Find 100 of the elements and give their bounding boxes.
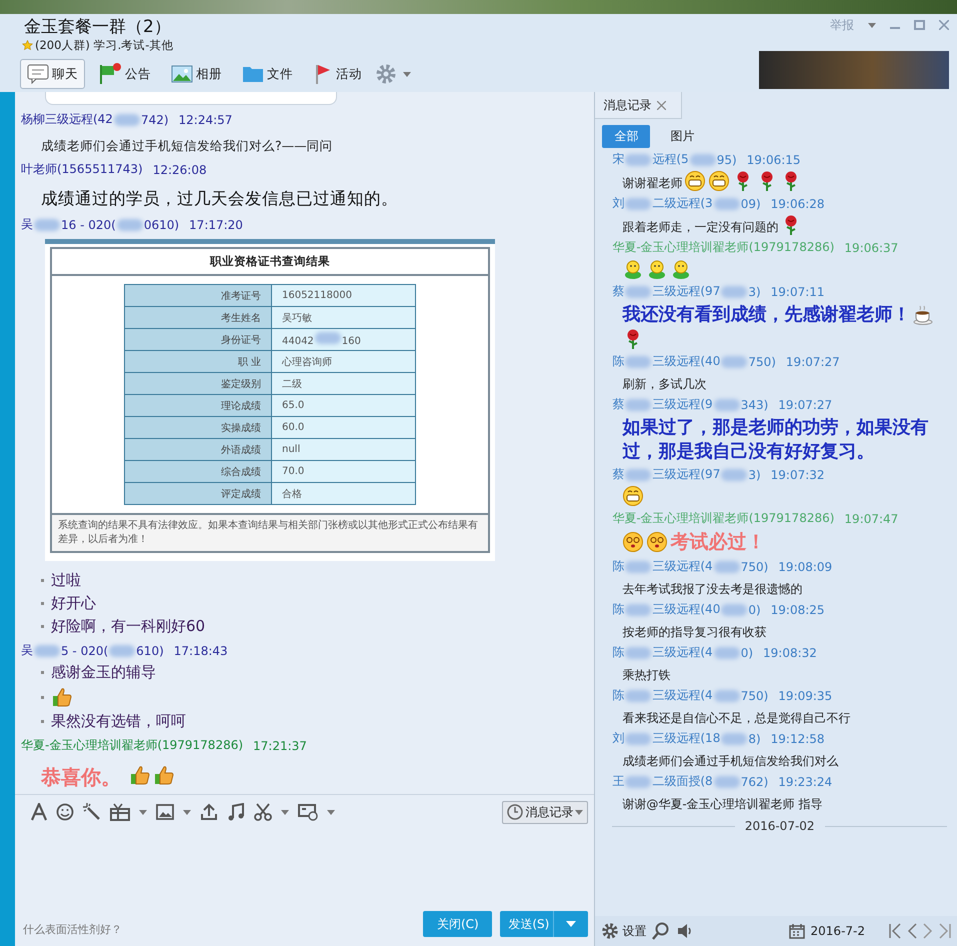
blurred-text [721, 356, 748, 368]
sender-name: 343) [740, 398, 768, 412]
upload-icon[interactable] [200, 803, 218, 821]
search-icon[interactable] [652, 922, 670, 940]
sender-name: 762) [740, 774, 768, 788]
caret-icon[interactable] [182, 810, 191, 814]
filter-tab[interactable]: 图片 [658, 125, 706, 148]
blurred-text [34, 644, 60, 656]
sender-name: 0) [748, 602, 761, 616]
toolbar-tab[interactable]: 相册 [164, 59, 229, 89]
blurred-text [714, 646, 740, 658]
blurred-text [109, 644, 136, 656]
date-text: 2016-7-2 [810, 924, 865, 938]
message-time: 19:06:28 [770, 196, 825, 210]
sender-name: 华夏-金玉心理培训翟老师(1979178286) [20, 737, 244, 754]
magic-wand-icon[interactable] [82, 803, 101, 821]
certificate-notice: 系统查询的结果不具有法律效应。如果本查询结果与相关部门张榜或以其他形式正式公布结果有差异，以后者为准！ [52, 513, 488, 551]
image-icon[interactable] [156, 804, 174, 820]
close-icon[interactable] [657, 100, 666, 110]
caret-icon[interactable] [566, 921, 576, 927]
sender-name: 吴 [20, 642, 33, 659]
sender-name: 三级远程(97 [652, 466, 720, 483]
message-text: 乘热打铁 [622, 667, 670, 684]
blurred-text [721, 286, 748, 298]
toolbar-tab[interactable]: 公告 [91, 59, 158, 89]
font-icon[interactable] [30, 803, 47, 821]
message-text: 感谢金玉的辅导 [50, 663, 156, 682]
table-cell: 评定成绩 [124, 482, 272, 504]
caret-icon[interactable] [403, 72, 411, 76]
sender-name: 陈 [612, 558, 624, 575]
sender-name: 742) [140, 112, 169, 126]
sender-name: 5 - 020( [60, 644, 108, 658]
maximize-icon[interactable] [914, 20, 925, 30]
calendar-icon[interactable] [788, 923, 805, 939]
last-page-icon[interactable] [939, 923, 951, 939]
clock-icon [507, 804, 524, 820]
sender-name: 750) [740, 560, 768, 574]
smiley-icon[interactable] [56, 803, 74, 821]
table-cell: 65.0 [282, 400, 304, 411]
table-cell: 身份证号 [124, 328, 272, 350]
sender-name: 陈 [612, 644, 624, 661]
ad-banner[interactable] [759, 51, 949, 89]
filter-tab[interactable]: 全部 [602, 125, 650, 148]
message-text: 跟着老师走，一定没有问题的 [622, 218, 778, 236]
history-tab[interactable]: 消息记录 [595, 92, 682, 119]
sender-name: 陈 [612, 601, 624, 618]
caret-icon[interactable] [326, 810, 335, 814]
gift-icon[interactable] [110, 803, 130, 821]
first-page-icon[interactable] [889, 923, 901, 939]
sender-name: 吴 [20, 216, 33, 233]
table-cell: 60.0 [282, 422, 304, 433]
caret-icon[interactable] [138, 810, 147, 814]
blurred-text [314, 332, 341, 344]
blurred-text [714, 776, 740, 788]
sender-name: 华夏-金玉心理培训翟老师(1979178286) [612, 510, 834, 527]
blurred-text [714, 198, 740, 210]
table-cell: 44042 [282, 336, 314, 347]
message-text: 好险啊，有一科刚好60 [50, 617, 206, 636]
message-text: 谢谢@华夏-金玉心理培训翟老师 指导 [622, 796, 823, 813]
toolbar-tab[interactable]: 文件 [235, 59, 300, 89]
table-cell: 合格 [282, 488, 302, 500]
table-cell: 160 [342, 336, 361, 347]
message-time: 17:17:20 [189, 218, 243, 232]
message-text: 按老师的指导复习很有收获 [622, 624, 766, 641]
card-icon[interactable] [298, 803, 318, 821]
sender-name: 叶老师(1565511743) [20, 161, 143, 178]
message-time: 19:07:11 [770, 284, 825, 298]
tab-label[interactable]: 消息记录 [603, 96, 652, 114]
blurred-text [625, 776, 652, 788]
previous-icon[interactable] [907, 923, 917, 939]
close-icon[interactable] [939, 20, 949, 30]
message-time: 19:07:32 [770, 468, 825, 482]
caret-icon[interactable] [280, 810, 289, 814]
thumbs-up-icon [152, 764, 175, 786]
date-separator: 2016-07-02 [612, 819, 947, 833]
message-history-button[interactable]: 消息记录 [502, 800, 588, 824]
sender-name: 蔡 [612, 396, 624, 413]
sender-name: 3) [748, 284, 761, 298]
toolbar-tab[interactable]: 聊天 [20, 59, 85, 89]
blurred-text [714, 690, 740, 702]
sender-name: 二级面授(8 [652, 773, 713, 790]
music-note-icon[interactable] [226, 803, 245, 821]
window-title: 金玉套餐一群（2） [23, 16, 172, 38]
sender-name: 750) [748, 354, 776, 368]
message-time: 17:18:43 [174, 644, 228, 658]
group-info: (200人群) 学习.考试-其他 [35, 38, 174, 53]
blurred-text [625, 690, 652, 702]
certificate-title: 职业资格证书查询结果 [52, 249, 488, 276]
sender-name: 王 [612, 773, 624, 790]
blurred-text [625, 560, 652, 572]
scissors-icon[interactable] [254, 803, 272, 821]
message-text: 成绩老师们会通过手机短信发给我们对么 [622, 753, 838, 770]
toolbar-tab[interactable]: 活动 [306, 59, 369, 89]
blurred-text [721, 468, 748, 480]
settings-icon[interactable] [375, 63, 397, 85]
table-cell: 综合成绩 [124, 460, 272, 482]
settings-button[interactable]: 设置 [601, 922, 646, 940]
blurred-text [116, 218, 143, 230]
caret-icon[interactable] [868, 22, 876, 28]
next-icon[interactable] [923, 923, 933, 939]
